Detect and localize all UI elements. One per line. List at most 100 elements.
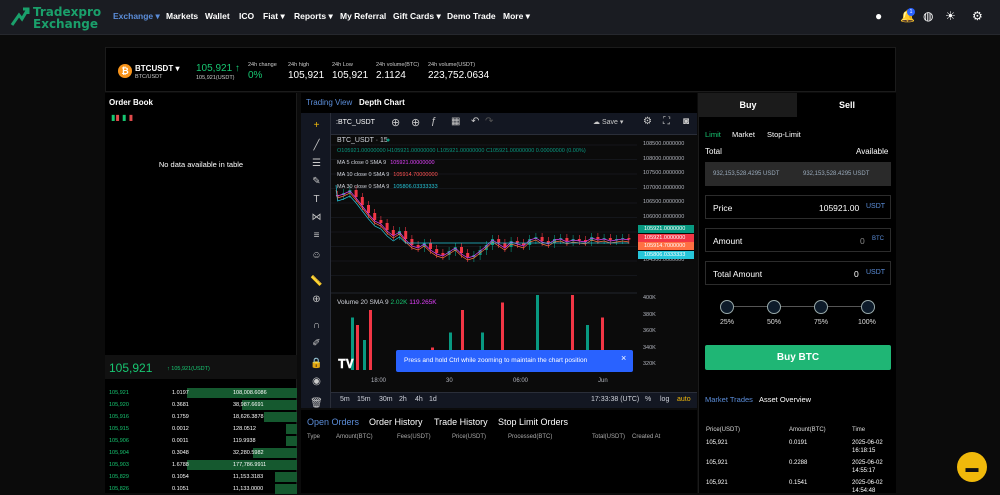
nav-markets[interactable]: Markets xyxy=(166,11,198,25)
brand-logo[interactable]: Tradexpro Exchange xyxy=(10,5,101,31)
trash-icon[interactable]: 🗑 xyxy=(310,397,323,410)
nav-fiat[interactable]: Fiat ▾ xyxy=(263,11,285,25)
sell-tab[interactable]: Sell xyxy=(797,93,897,117)
pattern-icon[interactable]: ⋈ xyxy=(310,211,323,224)
order-book-last-sub: ↑ 105,921(USDT) xyxy=(167,366,210,372)
auto-toggle[interactable]: auto xyxy=(677,396,691,403)
order-book-row[interactable]: 105,915 0.0012 128.0512 xyxy=(105,423,297,435)
market-trades-tab[interactable]: Market Trades xyxy=(705,395,753,404)
eye-icon[interactable]: ◉ xyxy=(310,375,323,388)
nav-reports[interactable]: Reports ▾ xyxy=(294,11,333,25)
chat-button[interactable]: ▬ xyxy=(957,452,987,482)
settings-icon[interactable]: ⚙ xyxy=(643,116,652,127)
fib-icon[interactable]: ≡ xyxy=(310,229,323,242)
range-15m[interactable]: 15m xyxy=(357,396,371,403)
order-book-empty: No data available in table xyxy=(158,160,244,169)
globe-icon[interactable]: ◍ xyxy=(923,9,933,23)
order-book-row[interactable]: 105,904 0.3048 32,280.5982 xyxy=(105,447,297,459)
ob-price: 105,829 xyxy=(109,474,129,480)
slider-dot-100[interactable] xyxy=(861,300,875,314)
brand-name-sub: Exchange xyxy=(33,17,98,31)
horizontal-lines-icon[interactable]: ☰ xyxy=(310,157,323,170)
orders-tab[interactable]: Stop Limit Orders xyxy=(498,417,568,427)
magnet-icon[interactable]: ∩ xyxy=(310,319,323,332)
ruler-icon[interactable]: 📏 xyxy=(310,275,323,288)
crosshair-icon[interactable]: + xyxy=(310,119,323,132)
brush-icon[interactable]: ✎ xyxy=(310,175,323,188)
ma-legend: MA 5 close 0 SMA 9 105921.00000000 xyxy=(337,160,435,166)
pencil-lock-icon[interactable]: ✐ xyxy=(310,337,323,350)
zoom-in-icon[interactable]: ⊕ xyxy=(310,293,323,306)
range-4h[interactable]: 4h xyxy=(415,396,423,403)
slider-dot-25[interactable] xyxy=(720,300,734,314)
tab-trading-view[interactable]: Trading View xyxy=(306,98,352,107)
ob-amount: 0.0012 xyxy=(172,426,189,432)
text-icon[interactable]: T xyxy=(310,193,323,206)
change-label: 24h change xyxy=(248,62,277,68)
ma-value: 105921.00000000 xyxy=(390,160,435,166)
save-button[interactable]: ☁ Save ▾ xyxy=(593,118,623,126)
interval-icon[interactable]: ⊕ xyxy=(391,116,400,129)
order-type-market[interactable]: Market xyxy=(732,130,755,139)
nav-my-referral[interactable]: My Referral xyxy=(340,11,386,25)
ob-total: 11,153.3183 xyxy=(233,474,264,480)
add-indicator-icon[interactable]: ⊕ xyxy=(411,116,420,129)
layout-icon[interactable]: ▦ xyxy=(451,116,460,127)
log-toggle[interactable]: log xyxy=(660,396,669,403)
order-book-row[interactable]: 105,920 0.3681 38,987.6691 xyxy=(105,399,297,411)
nav-gift-cards[interactable]: Gift Cards ▾ xyxy=(393,11,441,25)
sun-icon[interactable]: ☀ xyxy=(945,9,956,23)
close-icon[interactable]: × xyxy=(621,353,626,363)
slider-dot-50[interactable] xyxy=(767,300,781,314)
nav-exchange[interactable]: Exchange ▾ xyxy=(113,11,160,25)
pct-25[interactable]: 25% xyxy=(720,319,734,326)
order-book-row[interactable]: 105,921 1.0197 108,008.6086 xyxy=(105,387,297,399)
slider-dot-75[interactable] xyxy=(814,300,828,314)
gear-icon[interactable]: ⚙ xyxy=(972,9,983,23)
nav-demo-trade[interactable]: Demo Trade xyxy=(447,11,496,25)
percent-toggle[interactable]: % xyxy=(645,396,651,403)
buy-btc-button[interactable]: Buy BTC xyxy=(705,345,891,370)
range-5m[interactable]: 5m xyxy=(340,396,350,403)
order-book-row[interactable]: 105,916 0.1759 18,626.3878 xyxy=(105,411,297,423)
redo-icon[interactable]: ↷ xyxy=(485,116,493,127)
trend-line-icon[interactable]: ╱ xyxy=(310,139,323,152)
order-book-row[interactable]: 105,826 0.1051 11,133.0000 xyxy=(105,483,297,495)
asset-overview-tab[interactable]: Asset Overview xyxy=(759,395,811,404)
undo-icon[interactable]: ↶ xyxy=(471,116,479,127)
nav-wallet[interactable]: Wallet xyxy=(205,11,230,25)
order-book-row[interactable]: 105,903 1.6788 177,786.9911 xyxy=(105,459,297,471)
amount-field[interactable]: Amount 0 BTC xyxy=(705,228,891,252)
fullscreen-icon[interactable]: ⛶ xyxy=(663,116,670,127)
orders-tab[interactable]: Open Orders xyxy=(307,417,359,427)
tab-depth-chart[interactable]: Depth Chart xyxy=(359,98,405,107)
price-field[interactable]: Price 105921.00 USDT xyxy=(705,195,891,219)
range-2h[interactable]: 2h xyxy=(399,396,407,403)
order-book-view-icons[interactable]: ▮▮ ▮ ▮ xyxy=(111,113,133,122)
ohlc-readout: O105921.00000000 H105921.00000000 L10592… xyxy=(337,148,586,154)
order-type-limit[interactable]: Limit xyxy=(705,130,721,139)
range-30m[interactable]: 30m xyxy=(379,396,393,403)
nav-more[interactable]: More ▾ xyxy=(503,11,530,25)
lock-icon[interactable]: 🔒 xyxy=(310,357,323,370)
buy-tab[interactable]: Buy xyxy=(699,93,797,117)
camera-icon[interactable]: ◙ xyxy=(683,116,689,127)
orders-tab[interactable]: Order History xyxy=(369,417,423,427)
order-type-stop-limit[interactable]: Stop-Limit xyxy=(767,130,801,139)
account-icon[interactable]: ● xyxy=(875,9,882,23)
orders-tab[interactable]: Trade History xyxy=(434,417,488,427)
range-1d[interactable]: 1d xyxy=(429,396,437,403)
pct-50[interactable]: 50% xyxy=(767,319,781,326)
nav-ico[interactable]: ICO xyxy=(239,11,254,25)
emoji-icon[interactable]: ☺ xyxy=(310,249,323,262)
chart-symbol[interactable]: :BTC_USDT xyxy=(336,119,375,126)
pct-75[interactable]: 75% xyxy=(814,319,828,326)
total-amount-field[interactable]: Total Amount 0 USDT xyxy=(705,261,891,285)
indicators-icon[interactable]: ƒ xyxy=(431,116,437,127)
order-book-row[interactable]: 105,906 0.0011 119.9938 xyxy=(105,435,297,447)
order-book-panel: Order Book ▮▮ ▮ ▮ No data available in t… xyxy=(105,93,297,495)
ob-total: 177,786.9911 xyxy=(233,462,267,468)
order-book-row[interactable]: 105,829 0.1054 11,153.3183 xyxy=(105,471,297,483)
pct-100[interactable]: 100% xyxy=(858,319,876,326)
pair-symbol[interactable]: BTCUSDT ▾ xyxy=(135,64,179,73)
